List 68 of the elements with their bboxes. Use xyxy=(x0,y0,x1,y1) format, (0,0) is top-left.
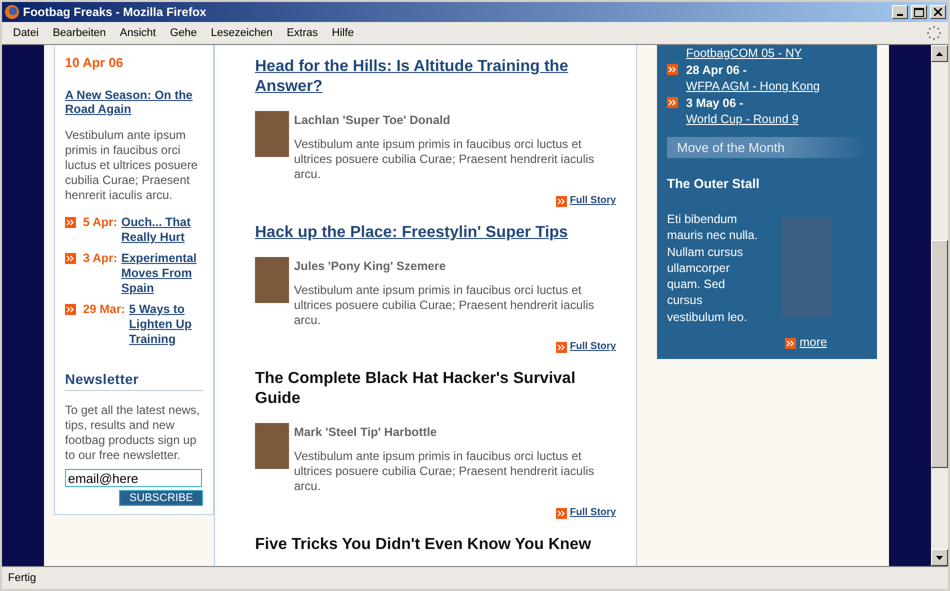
double-arrow-icon xyxy=(65,304,76,315)
move-title: The Outer Stall xyxy=(667,176,760,191)
double-arrow-icon xyxy=(667,97,678,108)
author-name: Jules 'Pony King' Szemere xyxy=(294,259,447,273)
maximize-button[interactable] xyxy=(911,5,927,19)
event-link[interactable]: FootbagCOM 05 - NY xyxy=(686,46,802,60)
news-link[interactable]: 5 Ways to Lighten Up Training xyxy=(129,302,203,347)
author-name: Mark 'Steel Tip' Harbottle xyxy=(294,425,438,439)
scrollbar[interactable] xyxy=(931,45,948,566)
move-description: Eti bibendum mauris nec nulla. Nullam cursus ullamcorper quam. Sed cursus vestibulum leo. xyxy=(667,211,759,326)
article-summary: Vestibulum ante ipsum primis in faucibus orci luctus et ultrices posuere cubilia Curae; Praesent hendrerit iaculis arcu. xyxy=(294,449,596,494)
article-title-link[interactable]: Head for the Hills: Is Altitude Training the Answer? xyxy=(255,57,616,97)
menu-item[interactable]: Hilfe xyxy=(324,27,361,39)
menu-item[interactable]: Lesezeichen xyxy=(204,27,280,39)
double-arrow-icon xyxy=(65,253,76,264)
author-name: Lachlan 'Super Toe' Donald xyxy=(294,113,452,127)
minimize-button[interactable] xyxy=(892,5,908,19)
photo-placeholder xyxy=(255,257,289,303)
up-arrow-icon xyxy=(936,52,943,56)
double-arrow-icon xyxy=(556,342,567,353)
double-arrow-icon xyxy=(667,64,678,75)
news-link[interactable]: Experimental Moves From Spain xyxy=(121,251,203,296)
news-date: 10 Apr 06 xyxy=(65,55,124,70)
double-arrow-icon xyxy=(784,338,796,349)
down-arrow-icon xyxy=(936,556,943,560)
double-arrow-icon xyxy=(556,196,567,207)
feature-link[interactable]: A New Season: On the Road Again xyxy=(65,88,203,116)
status-text: Fertig xyxy=(8,572,36,584)
event-date: 28 Apr 06 - xyxy=(686,62,748,78)
maximize-icon xyxy=(914,8,924,16)
menu-item[interactable]: Bearbeiten xyxy=(46,27,113,39)
double-arrow-icon xyxy=(65,217,76,228)
more-link[interactable]: more xyxy=(800,335,827,350)
email-field[interactable]: email@here xyxy=(65,469,202,487)
news-date: 29 Mar: xyxy=(83,302,126,317)
scroll-down-button[interactable] xyxy=(931,549,948,566)
event-link[interactable]: World Cup - Round 9 xyxy=(686,112,798,126)
article-title-link[interactable]: Hack up the Place: Freestylin' Super Tips xyxy=(255,223,616,243)
full-story-link[interactable]: Full Story xyxy=(570,507,616,518)
firefox-logo-icon xyxy=(4,4,20,20)
menu-item[interactable]: Gehe xyxy=(162,27,204,39)
double-arrow-icon xyxy=(556,508,567,519)
article-title: The Complete Black Hat Hacker's Survival Guide xyxy=(255,369,576,409)
article-summary: Vestibulum ante ipsum primis in faucibus orci luctus et ultrices posuere cubilia Curae; Praesent hendrerit iaculis arcu. xyxy=(294,137,596,182)
close-button[interactable] xyxy=(930,5,946,19)
news-date: 3 Apr: xyxy=(83,251,118,266)
menu-item[interactable]: Datei xyxy=(6,27,46,39)
article-title: Five Tricks You Didn't Even Know You Knew xyxy=(255,535,592,555)
menu-item[interactable]: Ansicht xyxy=(112,27,163,39)
event-link[interactable]: WFPA AGM - Hong Kong xyxy=(686,79,820,93)
window-title: Footbag Freaks - Mozilla Firefox xyxy=(23,5,208,19)
newsletter-text: To get all the latest news, tips, results and new footbag products sign up to our free newsletter. xyxy=(65,403,201,463)
scrollbar-thumb[interactable] xyxy=(931,240,948,468)
photo-placeholder xyxy=(255,423,289,469)
feature-summary: Vestibulum ante ipsum primis in faucibus orci luctus et ultrices posuere cubilia Curae; Praesent henrerit iaculis arcu. xyxy=(65,128,199,203)
menu-item[interactable]: Extras xyxy=(280,27,325,39)
full-story-link[interactable]: Full Story xyxy=(570,195,616,206)
event-date: 3 May 06 - xyxy=(686,95,744,111)
full-story-link[interactable]: Full Story xyxy=(570,341,616,352)
throbber-icon xyxy=(926,25,942,41)
scroll-up-button[interactable] xyxy=(931,45,948,62)
subscribe-button[interactable]: SUBSCRIBE xyxy=(119,490,203,506)
news-date: 5 Apr: xyxy=(83,215,118,230)
article-summary: Vestibulum ante ipsum primis in faucibus orci luctus et ultrices posuere cubilia Curae; Praesent hendrerit iaculis arcu. xyxy=(294,283,596,328)
news-link[interactable]: Ouch... That Really Hurt xyxy=(121,215,203,245)
close-icon xyxy=(934,8,942,16)
newsletter-heading: Newsletter xyxy=(65,371,203,391)
photo-placeholder xyxy=(255,111,289,157)
